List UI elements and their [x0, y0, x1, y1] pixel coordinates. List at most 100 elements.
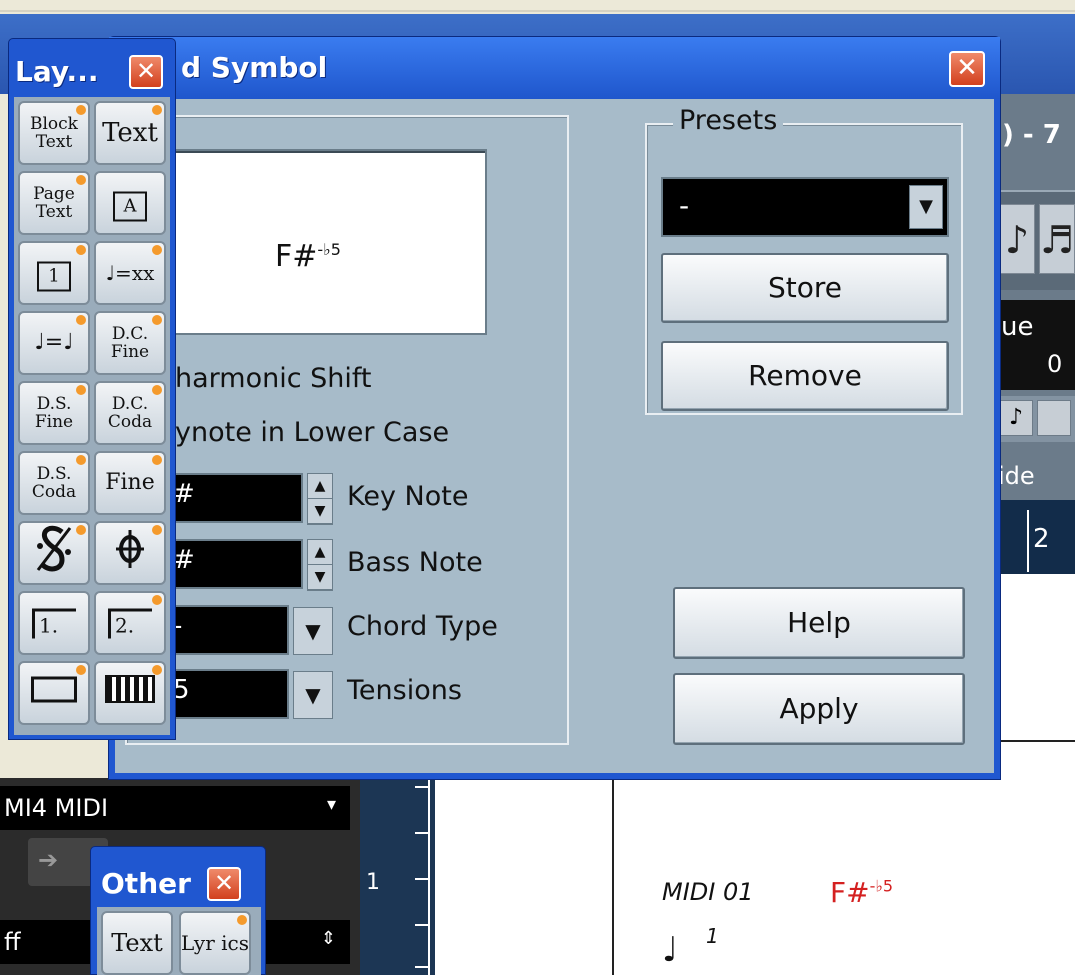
segno-tool[interactable]: [18, 521, 90, 585]
dialog-body: F#-♭5 harmonic Shift ynote in Lower Case…: [115, 99, 994, 773]
dialog-title: d Symbol: [181, 51, 328, 84]
second-ending-tool[interactable]: 2.: [94, 591, 166, 655]
tool-label: D.C. Fine: [110, 324, 150, 362]
keyboard-tool[interactable]: [94, 661, 166, 725]
dialog-titlebar[interactable]: d Symbol ✕: [109, 37, 1000, 99]
spin-arrows-icon[interactable]: ⇕: [321, 928, 336, 949]
bar-number-tool[interactable]: 1: [18, 241, 90, 305]
page-text-tool[interactable]: Page Text: [18, 171, 90, 235]
ds-fine-tool[interactable]: D.S. Fine: [18, 381, 90, 445]
ruler-number: 1: [366, 870, 380, 895]
note-toolbar: ♪ ♬: [995, 190, 1075, 290]
eighth-note-tool[interactable]: ♪: [999, 204, 1035, 274]
barline: [612, 770, 614, 975]
note-button-2[interactable]: [1037, 400, 1071, 436]
tool-label: D.C. Coda: [107, 394, 153, 432]
tool-label: Lyr ics: [181, 931, 250, 955]
boxed-text-tool[interactable]: A: [94, 171, 166, 235]
value-number: 0: [1047, 350, 1063, 378]
dc-fine-tool[interactable]: D.C. Fine: [94, 311, 166, 375]
chord-root: F#: [830, 876, 870, 909]
store-button[interactable]: Store: [661, 253, 949, 323]
help-button[interactable]: Help: [673, 587, 965, 659]
tensions-label: Tensions: [347, 675, 462, 706]
chord-type-select[interactable]: -: [167, 605, 289, 655]
text-tool[interactable]: Text: [101, 911, 173, 975]
chord-settings-group: F#-♭5 harmonic Shift ynote in Lower Case…: [125, 115, 569, 745]
first-ending-tool[interactable]: 1.: [18, 591, 90, 655]
staff-line: [995, 740, 1075, 742]
track-name-2: ff: [4, 928, 21, 956]
chord-symbol[interactable]: F#-♭5: [830, 876, 893, 909]
top-strip: [0, 0, 1075, 12]
other-palette-title[interactable]: Other: [101, 867, 191, 900]
ruler-tick: [415, 924, 429, 926]
chord-type-label: Chord Type: [347, 611, 498, 642]
tool-label: ♩=xx: [105, 261, 155, 285]
bar-number-icon: 1: [37, 261, 71, 292]
tensions-select[interactable]: 5: [167, 669, 289, 719]
remove-button[interactable]: Remove: [661, 341, 949, 411]
bass-note-spinner[interactable]: ▲ ▼: [307, 539, 333, 591]
dc-coda-tool[interactable]: D.C. Coda: [94, 381, 166, 445]
other-palette: Other ✕ Text Lyr ics: [90, 846, 266, 975]
lowercase-checkbox[interactable]: ynote in Lower Case: [175, 417, 449, 448]
tensions-dropdown-icon[interactable]: ▼: [293, 671, 333, 719]
bass-note-field[interactable]: #: [167, 539, 303, 589]
keyboard-icon: [105, 675, 155, 703]
chord-type-dropdown-icon[interactable]: ▼: [293, 607, 333, 655]
close-icon[interactable]: ✕: [129, 55, 163, 89]
track-name: MI4 MIDI: [4, 794, 109, 822]
layout-palette: Lay... ✕ Block Text Text Page Text A 1 ♩…: [8, 38, 176, 740]
apply-button[interactable]: Apply: [673, 673, 965, 745]
background-window-title: ) - 7: [1002, 120, 1061, 150]
first-ending-icon: 1.: [32, 608, 76, 639]
bass-note-label: Bass Note: [347, 547, 483, 578]
tempo-tool[interactable]: ♩=xx: [94, 241, 166, 305]
chord-symbol-dialog: d Symbol ✕ F#-♭5 harmonic Shift ynote in…: [108, 36, 1001, 780]
ds-coda-tool[interactable]: D.S. Coda: [18, 451, 90, 515]
note-head[interactable]: ♩: [662, 930, 678, 970]
sixteenth-note-tool[interactable]: ♬: [1039, 204, 1075, 274]
fine-tool[interactable]: Fine: [94, 451, 166, 515]
score-ruler: 1: [360, 770, 435, 975]
text-tool[interactable]: Text: [94, 101, 166, 165]
rectangle-icon: [31, 676, 77, 703]
key-note-spinner[interactable]: ▲ ▼: [307, 473, 333, 525]
tool-label: Text: [102, 118, 158, 148]
track-label: MIDI 01: [662, 878, 754, 906]
box-tool[interactable]: [18, 661, 90, 725]
tool-label: Fine: [105, 470, 155, 495]
key-note-field[interactable]: #: [167, 473, 303, 523]
spin-down-icon[interactable]: ▼: [308, 499, 332, 524]
ruler-tick: [1027, 510, 1029, 572]
presets-group: Presets - ▼ Store Remove: [645, 105, 963, 415]
track-output-row[interactable]: MI4 MIDI ▾: [0, 786, 350, 830]
tool-label: Text: [111, 929, 163, 957]
preview-chord-text: F#-♭5: [275, 239, 341, 274]
quantize-buttons: ♪: [995, 396, 1075, 442]
enharmonic-shift-checkbox[interactable]: harmonic Shift: [175, 363, 372, 394]
note-button[interactable]: ♪: [999, 400, 1033, 436]
palette-title[interactable]: Lay...: [15, 55, 98, 88]
close-icon[interactable]: ✕: [207, 867, 241, 901]
presets-select[interactable]: - ▼: [661, 177, 949, 237]
bar-ruler: 2: [995, 500, 1075, 574]
key-note-label: Key Note: [347, 481, 469, 512]
spin-up-icon[interactable]: ▲: [308, 474, 332, 499]
note-equals-tool[interactable]: ♩=♩: [18, 311, 90, 375]
presets-dropdown-icon[interactable]: ▼: [909, 185, 943, 229]
spin-down-icon[interactable]: ▼: [308, 565, 332, 590]
tool-label: Page Text: [33, 184, 75, 222]
close-icon[interactable]: ✕: [949, 51, 985, 87]
block-text-tool[interactable]: Block Text: [18, 101, 90, 165]
palette-body: Block Text Text Page Text A 1 ♩=xx ♩=♩ D…: [14, 97, 170, 735]
coda-tool[interactable]: [94, 521, 166, 585]
presets-legend: Presets: [673, 105, 784, 136]
tool-label: D.S. Coda: [31, 464, 77, 502]
note-number: 1: [706, 924, 719, 948]
lyrics-tool[interactable]: Lyr ics: [179, 911, 251, 975]
spin-up-icon[interactable]: ▲: [308, 540, 332, 565]
presets-selected-value: -: [679, 189, 690, 222]
dropdown-arrow-icon[interactable]: ▾: [327, 794, 336, 815]
